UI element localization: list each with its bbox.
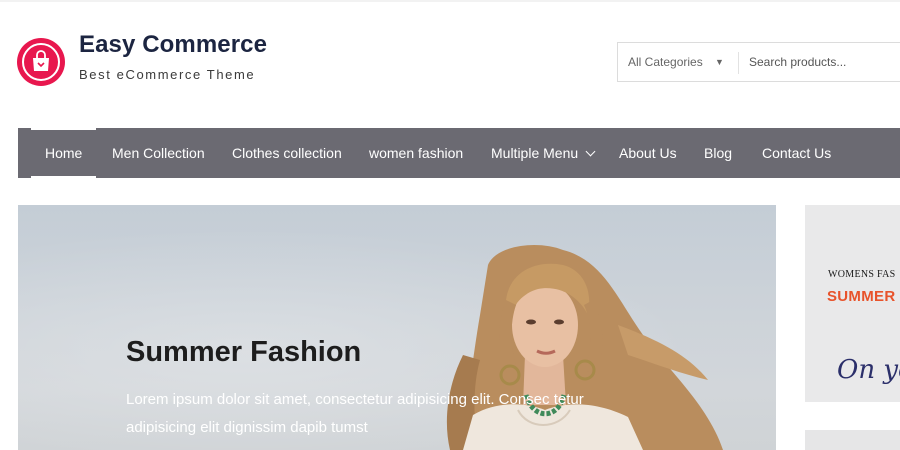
nav-item-label: Men Collection: [112, 145, 205, 161]
nav-item-women-fashion[interactable]: women fashion: [369, 128, 463, 178]
nav-item-blog[interactable]: Blog: [704, 128, 732, 178]
shopping-bag-icon: [33, 50, 49, 71]
main-nav: Home Men Collection Clothes collection w…: [18, 128, 900, 178]
hero-slider[interactable]: Summer Fashion Lorem ipsum dolor sit ame…: [18, 205, 776, 450]
side-banner-title: SUMMER: [827, 288, 896, 305]
side-banner-secondary[interactable]: [805, 430, 900, 450]
hero-text: Lorem ipsum dolor sit amet, consectetur …: [126, 391, 584, 436]
nav-item-about-us[interactable]: About Us: [619, 128, 677, 178]
search-input[interactable]: [739, 43, 900, 81]
nav-item-label: Contact Us: [762, 145, 832, 161]
page: Easy Commerce Best eCommerce Theme All C…: [0, 0, 900, 450]
nav-item-label: Home: [45, 145, 83, 161]
site-tagline: Best eCommerce Theme: [79, 67, 256, 82]
side-banner-script: On yo: [837, 355, 900, 385]
logo-icon[interactable]: [17, 38, 65, 86]
nav-item-label: Multiple Menu: [491, 145, 579, 161]
top-border: [0, 0, 900, 2]
nav-item-clothes-collection[interactable]: Clothes collection: [232, 128, 342, 178]
nav-item-home[interactable]: Home: [30, 128, 97, 178]
nav-item-multiple-menu[interactable]: Multiple Menu: [491, 128, 596, 178]
nav-item-label: Blog: [704, 145, 733, 161]
nav-item-label: women fashion: [369, 145, 464, 161]
nav-item-label: Clothes collection: [232, 145, 342, 161]
nav-item-men-collection[interactable]: Men Collection: [112, 128, 205, 178]
chevron-down-icon: [585, 146, 596, 156]
side-banner-label: WOMENS FAS: [828, 269, 896, 280]
product-search: All Categories ▼: [617, 42, 900, 82]
nav-item-contact-us[interactable]: Contact Us: [762, 128, 831, 178]
side-banner[interactable]: WOMENS FAS SUMMER On yo: [805, 205, 900, 402]
hero-title: Summer Fashion: [126, 336, 362, 368]
site-title[interactable]: Easy Commerce: [79, 31, 267, 59]
caret-down-icon: ▼: [715, 57, 724, 67]
nav-item-label: About Us: [619, 145, 677, 161]
category-select-value: All Categories: [628, 55, 703, 69]
